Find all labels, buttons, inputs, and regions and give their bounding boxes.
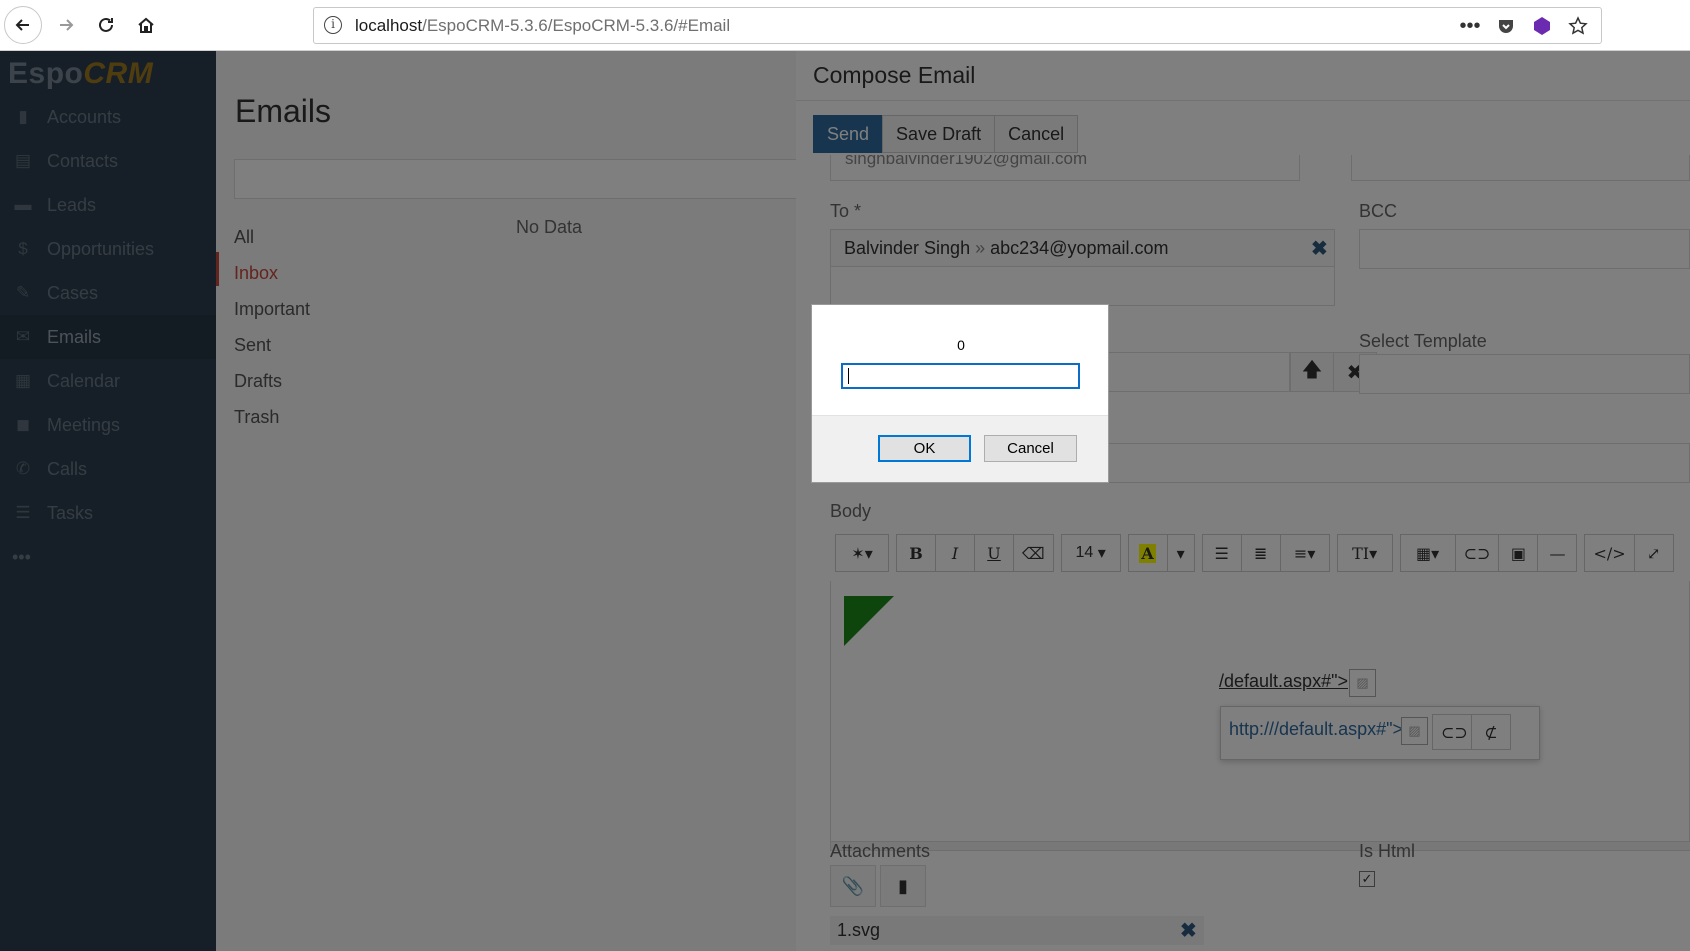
browser-toolbar: i localhost/EspoCRM-5.3.6/EspoCRM-5.3.6/… xyxy=(0,0,1690,51)
arrow-right-icon xyxy=(60,19,74,31)
home-icon xyxy=(138,17,154,33)
ok-button[interactable]: OK xyxy=(878,435,971,462)
prompt-message: 0 xyxy=(957,337,965,353)
address-bar[interactable]: i localhost/EspoCRM-5.3.6/EspoCRM-5.3.6/… xyxy=(313,7,1602,44)
text-caret xyxy=(848,368,849,384)
arrow-left-icon xyxy=(15,19,29,31)
pocket-icon[interactable] xyxy=(1493,13,1519,39)
reload-button[interactable] xyxy=(87,6,125,44)
home-button[interactable] xyxy=(127,6,165,44)
prompt-dialog: 0 OK Cancel xyxy=(811,304,1109,483)
bookmark-star-icon[interactable] xyxy=(1565,13,1591,39)
reload-icon xyxy=(99,17,113,32)
modal-backdrop xyxy=(0,51,1690,951)
extension-icon[interactable] xyxy=(1529,13,1555,39)
dialog-footer: OK Cancel xyxy=(812,415,1108,482)
info-icon[interactable]: i xyxy=(324,16,342,34)
more-actions-icon[interactable]: ••• xyxy=(1457,13,1483,39)
dialog-cancel-button[interactable]: Cancel xyxy=(984,435,1077,462)
forward-button[interactable] xyxy=(47,6,85,44)
url-text: localhost/EspoCRM-5.3.6/EspoCRM-5.3.6/#E… xyxy=(355,16,731,35)
back-button[interactable] xyxy=(4,6,42,44)
prompt-input[interactable] xyxy=(841,363,1080,389)
